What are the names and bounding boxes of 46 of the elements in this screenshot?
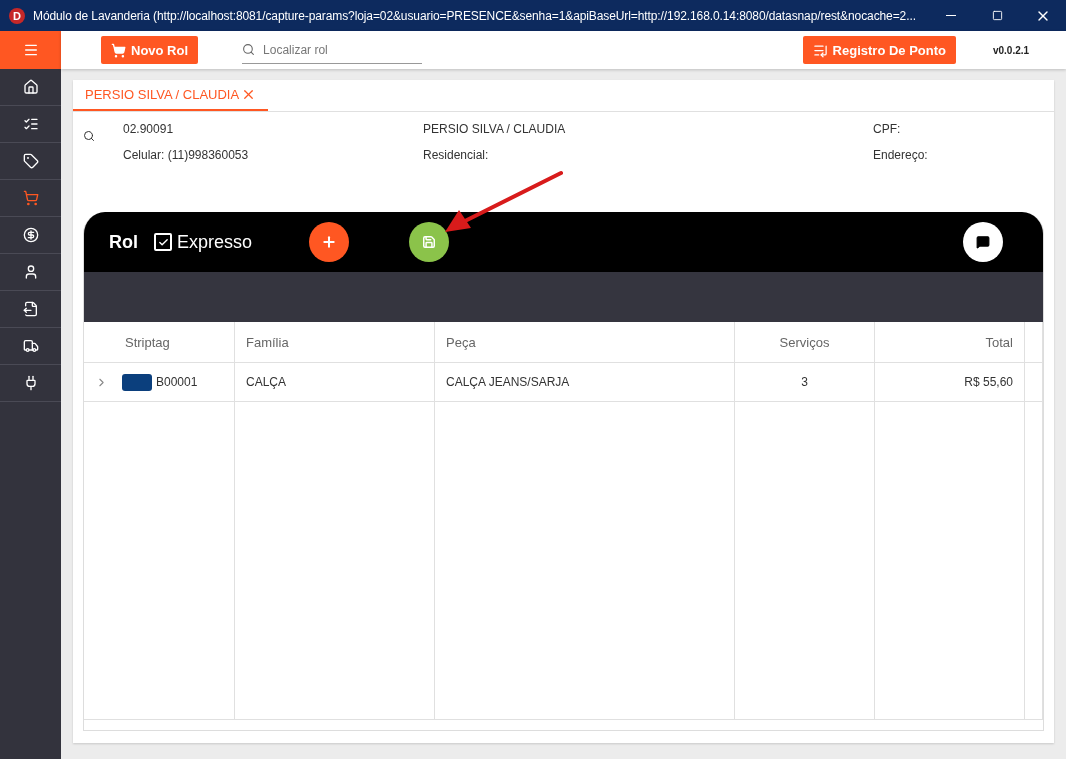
- save-icon: [422, 235, 436, 249]
- column-header: Família: [235, 322, 435, 363]
- customer-tab[interactable]: PERSIO SILVA / CLAUDIA: [73, 80, 269, 111]
- version-label: v0.0.2.1: [991, 44, 1031, 56]
- customer-name: PERSIO SILVA / CLAUDIA: [423, 122, 566, 138]
- express-checkbox[interactable]: Expresso: [154, 231, 309, 253]
- search-field[interactable]: Localizar rol: [261, 41, 423, 58]
- new-rol-button[interactable]: Novo Rol: [101, 36, 199, 64]
- home-icon: [22, 79, 39, 95]
- table-cell: B00001: [156, 375, 198, 389]
- plus-icon: [321, 234, 337, 250]
- search-icon[interactable]: [83, 130, 95, 142]
- chat-icon: [976, 235, 990, 249]
- add-button[interactable]: [309, 222, 349, 262]
- check-icon: [157, 236, 169, 248]
- home-phone-label: Residencial:: [423, 148, 489, 164]
- column-header: Striptag: [84, 322, 235, 363]
- tag-icon: [22, 153, 39, 169]
- address-label: Endereço:: [873, 148, 928, 164]
- comment-button[interactable]: [963, 222, 1003, 262]
- file-export-icon: [22, 301, 39, 317]
- cart-icon: [111, 42, 126, 58]
- cpf-label: CPF:: [873, 122, 901, 138]
- table-cell: CALÇA JEANS/SARJA: [446, 375, 570, 389]
- search-icon: [242, 43, 256, 56]
- mobile-phone: Celular: (11)998360053: [123, 148, 249, 164]
- table-cell: 3: [801, 375, 808, 389]
- table-cell: R$ 55,60: [964, 375, 1013, 389]
- dollar-icon: [22, 227, 39, 243]
- column-header: Peça: [435, 322, 735, 363]
- customer-code: 02.90091: [123, 122, 174, 138]
- column-header: Serviços: [735, 322, 875, 363]
- table-cell: CALÇA: [246, 375, 286, 389]
- list-icon: [812, 42, 828, 58]
- menu-icon: [22, 42, 39, 58]
- time-clock-button[interactable]: Registro De Ponto: [802, 36, 956, 64]
- app-icon: D: [9, 7, 25, 24]
- truck-icon: [22, 338, 39, 354]
- cart-icon: [22, 190, 39, 206]
- rol-title: Rol: [109, 231, 138, 253]
- save-button[interactable]: [409, 222, 449, 262]
- minimize-icon: [946, 15, 956, 16]
- checklist-icon: [22, 116, 39, 132]
- column-header: Total: [875, 322, 1025, 363]
- window-title: Módulo de Lavanderia (http://localhost:8081/capture-params?loja=02&usuario=PRESENCE&senha=1&apiBaseUrl=http://192.168.0.14:8080/datasnap/rest&nocache=2...: [33, 8, 916, 23]
- maximize-icon: [991, 10, 1003, 21]
